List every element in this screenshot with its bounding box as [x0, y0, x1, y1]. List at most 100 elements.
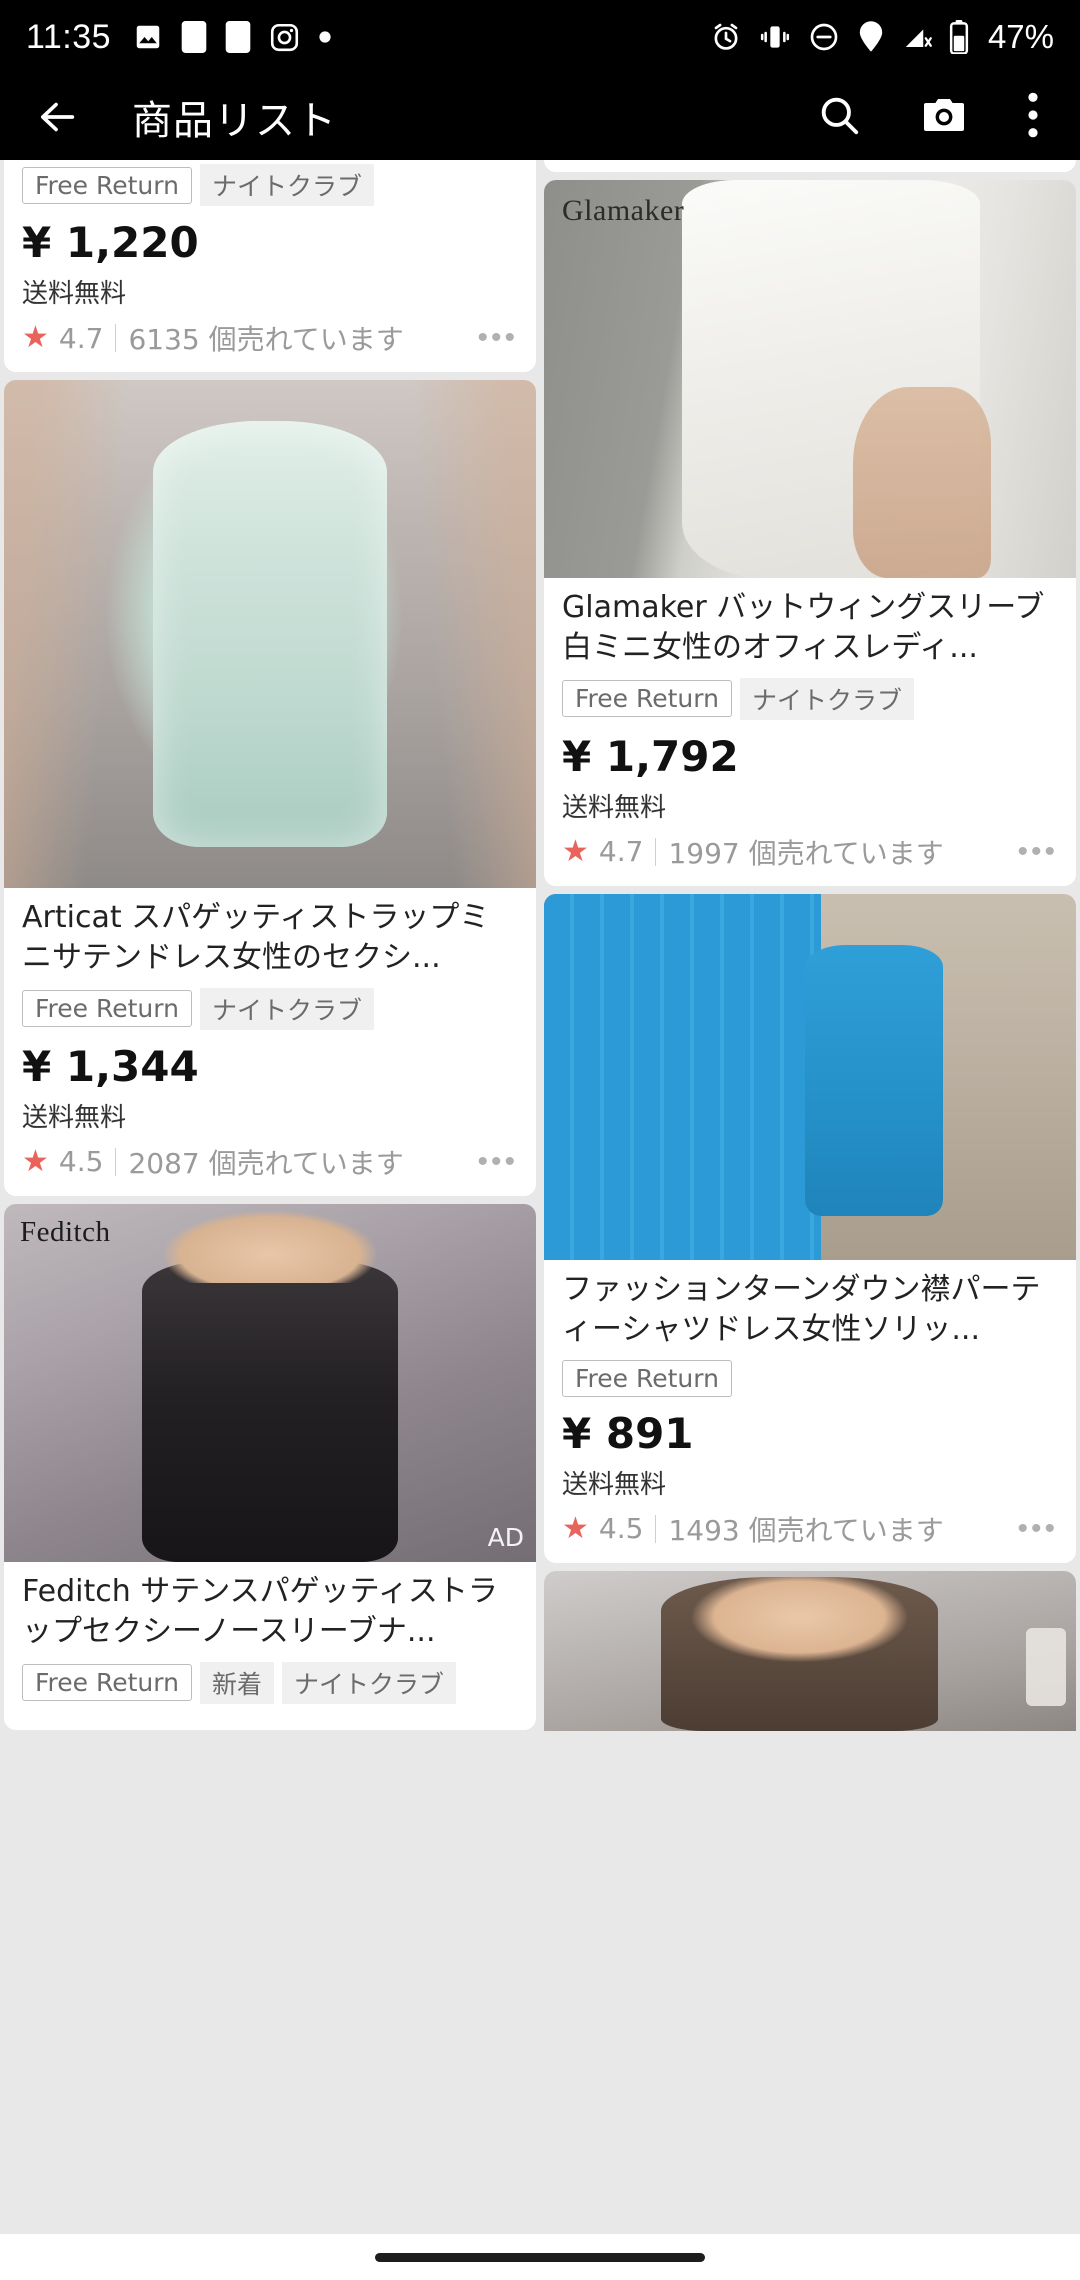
system-navigation-bar — [0, 2234, 1080, 2280]
battery-icon — [949, 20, 969, 55]
rating-value: 4.5 — [58, 1145, 104, 1179]
app-square-icon — [181, 21, 207, 53]
rating-value: 4.6 — [599, 160, 644, 161]
rating-value: 4.7 — [58, 321, 104, 355]
star-icon: ★ — [562, 1511, 589, 1545]
sold-count: 1493 個売れています — [668, 1513, 944, 1547]
overflow-menu-button[interactable] — [1026, 92, 1040, 143]
product-title: ファッションターンダウン襟パーティーシャツドレス女性ソリッ... — [562, 1271, 1041, 1347]
status-bar-system-icons: 47% — [710, 18, 1054, 56]
product-card[interactable] — [544, 1570, 1076, 1731]
product-grid-right-column: ★ 4.6 1229 個売れています ••• Glamaker Glamaker… — [544, 160, 1076, 2280]
rating-value: 4.5 — [598, 1512, 644, 1546]
tag-free-return: Free Return — [562, 680, 732, 718]
tag-free-return: Free Return — [22, 166, 192, 204]
mint-satin-mini-dress-photo — [4, 380, 536, 888]
product-image[interactable] — [544, 893, 1076, 1260]
product-card[interactable]: Articat スパゲッティストラップミニサテンドレス女性のセクシ... Fre… — [4, 380, 536, 1196]
sold-count: 2087 個売れています — [128, 1146, 404, 1180]
ad-badge: AD — [487, 1522, 524, 1552]
star-icon: ★ — [562, 834, 589, 868]
product-image[interactable] — [4, 380, 536, 888]
card-overflow-button[interactable]: ••• — [477, 323, 518, 353]
product-card[interactable]: ★ 4.6 1229 個売れています ••• — [544, 160, 1076, 172]
home-indicator[interactable] — [375, 2252, 705, 2262]
status-bar-notification-icons — [133, 21, 332, 53]
location-icon — [857, 21, 885, 53]
product-card[interactable]: ファッションターンダウン襟パーティーシャツドレス女性ソリッ... Free Re… — [544, 893, 1076, 1563]
search-button[interactable] — [816, 92, 862, 143]
app-bar: 商品リスト — [0, 74, 1080, 160]
product-grid-left-column: Free Return ナイトクラブ ¥ 1,220 送料無料 ★ 4.7 61… — [4, 160, 536, 2280]
wifi-off-icon — [902, 22, 932, 52]
star-icon: ★ — [22, 1144, 49, 1178]
search-icon — [821, 97, 859, 134]
product-card[interactable]: Free Return ナイトクラブ ¥ 1,220 送料無料 ★ 4.7 61… — [4, 160, 536, 372]
do-not-disturb-icon — [808, 21, 840, 53]
divider — [115, 1147, 117, 1176]
white-shirt-dress-photo — [544, 180, 1076, 578]
product-image[interactable]: Glamaker — [544, 180, 1076, 578]
product-title: Glamaker バットウィングスリーブ白ミニ女性のオフィスレディ... — [562, 590, 1045, 665]
product-card[interactable]: Glamaker Glamaker バットウィングスリーブ白ミニ女性のオフィスレ… — [544, 180, 1076, 886]
product-tags: Free Return 新着 ナイトクラブ — [22, 1661, 518, 1704]
vibrate-icon — [759, 21, 791, 53]
tag-new-arrival: 新着 — [199, 1661, 274, 1704]
product-title: Feditch サテンスパゲッティストラップセクシーノースリーブナ... — [22, 1573, 498, 1649]
tag-free-return: Free Return — [22, 1664, 192, 1702]
divider — [115, 324, 117, 352]
tag-category: ナイトクラブ — [281, 1661, 456, 1704]
free-shipping-label: 送料無料 — [562, 792, 667, 823]
divider — [655, 1514, 657, 1543]
card-overflow-button[interactable]: ••• — [1017, 1513, 1058, 1544]
free-shipping-label: 送料無料 — [562, 1469, 667, 1500]
blue-shirt-dress-photo — [544, 893, 1076, 1260]
back-button[interactable] — [34, 94, 80, 140]
product-price: ¥ 1,220 — [22, 218, 199, 267]
product-tags: Free Return ナイトクラブ — [22, 164, 518, 206]
product-tags: Free Return — [562, 1359, 1058, 1397]
free-shipping-label: 送料無料 — [22, 279, 127, 309]
photo-icon — [133, 22, 163, 52]
card-overflow-button[interactable]: ••• — [1017, 836, 1058, 867]
camera-icon — [924, 98, 964, 131]
product-card[interactable]: Feditch AD Feditch サテンスパゲッティストラップセクシーノース… — [4, 1203, 536, 1730]
product-image[interactable] — [544, 1570, 1076, 1731]
product-tags: Free Return ナイトクラブ — [562, 677, 1058, 720]
brand-logo: Feditch — [20, 1215, 111, 1248]
product-price: ¥ 891 — [562, 1408, 694, 1458]
product-tags: Free Return ナイトクラブ — [22, 987, 518, 1030]
product-image[interactable]: Feditch AD — [4, 1203, 536, 1562]
battery-percent-label: 47% — [987, 18, 1054, 55]
app-bar-actions — [816, 91, 1046, 144]
alarm-icon — [710, 21, 742, 53]
tag-free-return: Free Return — [22, 990, 192, 1028]
sold-count: 6135 個売れています — [128, 323, 404, 356]
status-bar-time: 11:35 — [26, 17, 112, 56]
product-price: ¥ 1,792 — [562, 731, 739, 781]
page-title: 商品リスト — [132, 98, 337, 144]
black-satin-dress-photo — [4, 1203, 536, 1562]
card-overflow-button[interactable]: ••• — [477, 1146, 518, 1177]
app-square-icon — [225, 21, 251, 53]
tag-category: ナイトクラブ — [739, 677, 914, 720]
product-rating-row: ★ 4.7 6135 個売れています ••• — [22, 318, 518, 358]
product-rating-row: ★ 4.5 1493 個売れています ••• — [562, 1509, 1058, 1549]
dot-icon — [318, 30, 332, 44]
camera-search-button[interactable] — [920, 91, 968, 144]
instagram-icon — [269, 22, 300, 53]
product-grid[interactable]: Free Return ナイトクラブ ¥ 1,220 送料無料 ★ 4.7 61… — [0, 160, 1080, 2280]
product-rating-row: ★ 4.5 2087 個売れています ••• — [22, 1142, 518, 1182]
arrow-left-icon — [40, 102, 75, 132]
product-price: ¥ 1,344 — [22, 1041, 199, 1091]
rating-value: 4.7 — [598, 835, 644, 869]
free-shipping-label: 送料無料 — [22, 1102, 127, 1133]
sold-count: 1229 個売れています — [668, 160, 943, 164]
star-icon: ★ — [22, 321, 49, 354]
more-vertical-icon — [1028, 92, 1038, 137]
product-rating-row: ★ 4.6 1229 個売れています ••• — [562, 160, 1058, 164]
divider — [655, 837, 657, 866]
image-badge — [1026, 1628, 1066, 1707]
product-title: Articat スパゲッティストラップミニサテンドレス女性のセクシ... — [22, 900, 490, 975]
tag-category: ナイトクラブ — [199, 164, 374, 206]
